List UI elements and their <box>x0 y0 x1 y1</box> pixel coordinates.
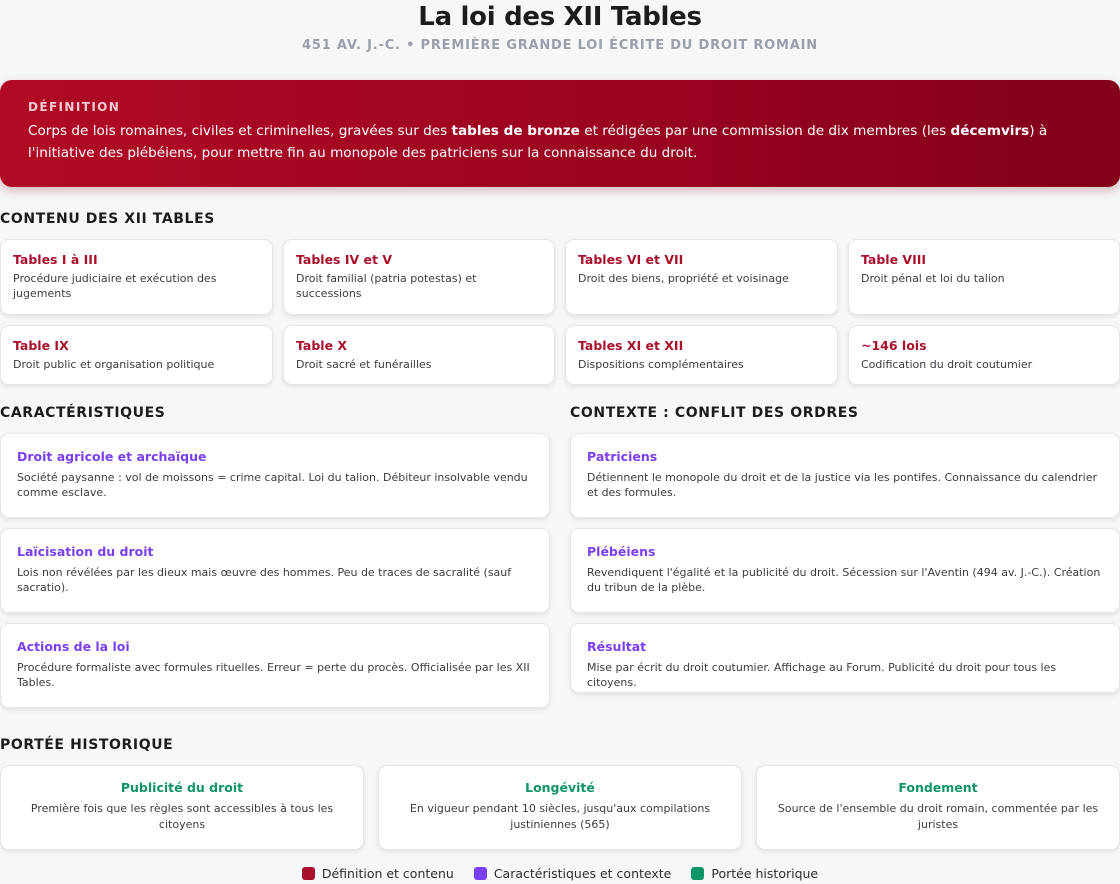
table-card-desc: Droit familial (patria potestas) et succ… <box>296 272 477 300</box>
legend-item: Définition et contenu <box>301 866 454 881</box>
table-card: Tables VI et VII Droit des biens, propri… <box>565 239 838 315</box>
section-heading-caracteristiques: CARACTÉRISTIQUES <box>0 405 166 421</box>
table-card: Table IX Droit public et organisation po… <box>0 325 273 385</box>
table-card-title: Tables VI et VII <box>578 252 684 267</box>
context-card-title: Plébéiens <box>587 544 656 559</box>
impact-card: Longévité En vigueur pendant 10 siècles,… <box>378 765 742 850</box>
legend: Définition et contenu Caractéristiques e… <box>0 866 1120 881</box>
table-card: Table X Droit sacré et funérailles <box>283 325 555 385</box>
context-card: Patriciens Détiennent le monopole du dro… <box>570 433 1120 518</box>
table-card-title: Tables XI et XII <box>578 338 684 353</box>
table-card: Tables IV et V Droit familial (patria po… <box>283 239 555 315</box>
table-card-desc: Procédure judiciaire et exécution des ju… <box>13 272 217 300</box>
section-heading-contexte: CONTEXTE : CONFLIT DES ORDRES <box>570 405 859 421</box>
context-card-desc: Détiennent le monopole du droit et de la… <box>587 471 1098 499</box>
definition-text: Corps de lois romaines, civiles et crimi… <box>28 120 1092 164</box>
definition-label: DÉFINITION <box>28 100 121 114</box>
table-card-desc: Droit pénal et loi du talion <box>861 272 1005 285</box>
characteristic-card-desc: Lois non révélées par les dieux mais œuv… <box>17 566 512 594</box>
table-card: Table VIII Droit pénal et loi du talion <box>848 239 1120 315</box>
definition-bold-term: tables de bronze <box>451 123 580 139</box>
characteristic-card-title: Droit agricole et archaïque <box>17 449 207 464</box>
table-card-title: ~146 lois <box>861 338 927 353</box>
table-card: ~146 lois Codification du droit coutumie… <box>848 325 1120 385</box>
table-card: Tables I à III Procédure judiciaire et e… <box>0 239 273 315</box>
table-card-desc: Dispositions complémentaires <box>578 358 744 371</box>
definition-text-part: Corps de lois romaines, civiles et crimi… <box>28 123 452 139</box>
table-card-title: Table X <box>296 338 348 353</box>
context-card: Résultat Mise par écrit du droit coutumi… <box>570 623 1120 693</box>
characteristic-card: Actions de la loi Procédure formaliste a… <box>0 623 550 708</box>
context-card-title: Patriciens <box>587 449 658 464</box>
section-heading-contenu: CONTENU DES XII TABLES <box>0 211 215 227</box>
impact-card-desc: En vigueur pendant 10 siècles, jusqu'aux… <box>409 802 711 831</box>
impact-card-title: Fondement <box>898 780 978 795</box>
table-card: Tables XI et XII Dispositions complément… <box>565 325 838 385</box>
table-card-title: Table VIII <box>861 252 927 267</box>
characteristic-card-desc: Société paysanne : vol de moissons = cri… <box>17 471 528 499</box>
context-card-desc: Mise par écrit du droit coutumier. Affic… <box>587 661 1057 689</box>
characteristic-card-desc: Procédure formaliste avec formules ritue… <box>17 661 530 689</box>
section-heading-portee: PORTÉE HISTORIQUE <box>0 737 174 753</box>
impact-card-desc: Première fois que les règles sont access… <box>30 802 334 831</box>
legend-label: Portée historique <box>711 866 819 881</box>
legend-label: Définition et contenu <box>321 866 454 881</box>
impact-card-title: Publicité du droit <box>120 780 244 795</box>
legend-swatch <box>301 867 315 880</box>
definition-bold-term: décemvirs <box>950 123 1030 139</box>
characteristic-card-title: Laïcisation du droit <box>17 544 154 559</box>
context-card-desc: Revendiquent l'égalité et la publicité d… <box>587 566 1101 594</box>
characteristic-card-title: Actions de la loi <box>17 639 130 654</box>
table-card-title: Tables IV et V <box>296 252 393 267</box>
legend-label: Caractéristiques et contexte <box>493 866 672 881</box>
legend-item: Caractéristiques et contexte <box>473 866 672 881</box>
impact-card-title: Longévité <box>525 780 595 795</box>
characteristic-card: Laïcisation du droit Lois non révélées p… <box>0 528 550 613</box>
impact-card: Publicité du droit Première fois que les… <box>0 765 364 850</box>
legend-swatch <box>473 867 487 880</box>
table-card-title: Table IX <box>13 338 69 353</box>
table-card-desc: Codification du droit coutumier <box>861 358 1033 371</box>
page-title: La loi des XII Tables <box>418 2 702 32</box>
table-card-desc: Droit sacré et funérailles <box>296 358 432 371</box>
characteristic-card: Droit agricole et archaïque Société pays… <box>0 433 550 518</box>
context-card: Plébéiens Revendiquent l'égalité et la p… <box>570 528 1120 613</box>
definition-text-part: et rédigées par une commission de dix me… <box>579 123 951 139</box>
legend-swatch <box>691 867 705 880</box>
impact-card: Fondement Source de l'ensemble du droit … <box>756 765 1120 850</box>
table-card-desc: Droit des biens, propriété et voisinage <box>578 272 789 285</box>
definition-panel: DÉFINITION Corps de lois romaines, civil… <box>0 80 1120 187</box>
impact-card-desc: Source de l'ensemble du droit romain, co… <box>777 802 1099 831</box>
table-card-title: Tables I à III <box>13 252 98 267</box>
page-subtitle: 451 AV. J.-C. • PREMIÈRE GRANDE LOI ÉCRI… <box>302 38 818 53</box>
legend-item: Portée historique <box>691 866 818 881</box>
table-card-desc: Droit public et organisation politique <box>13 358 215 371</box>
context-card-title: Résultat <box>587 639 647 654</box>
page-header: La loi des XII Tables 451 AV. J.-C. • PR… <box>0 0 1120 58</box>
